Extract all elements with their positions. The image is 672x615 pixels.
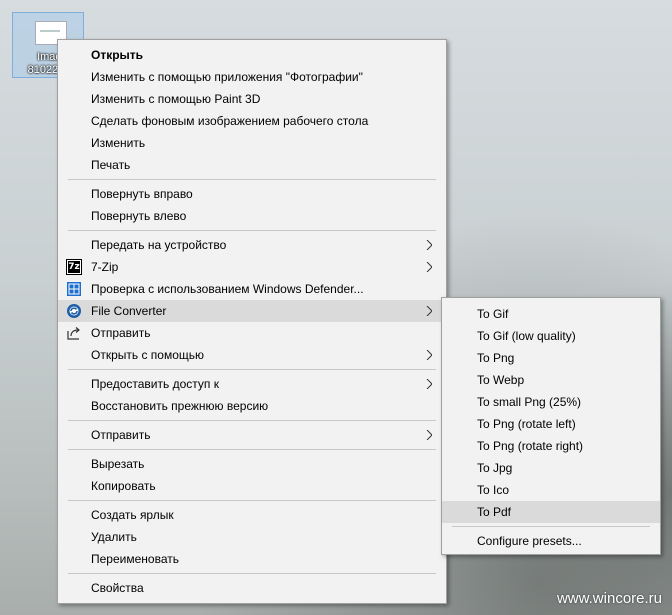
menu-item-edit-paint3d[interactable]: Изменить с помощью Paint 3D bbox=[58, 88, 446, 110]
chevron-right-icon bbox=[424, 344, 434, 366]
menu-item-share[interactable]: Отправить bbox=[58, 322, 446, 344]
menu-separator bbox=[452, 526, 650, 527]
menu-item-restore-version[interactable]: Восстановить прежнюю версию bbox=[58, 395, 446, 417]
file-converter-submenu: To Gif To Gif (low quality) To Png To We… bbox=[441, 297, 661, 555]
submenu-item-to-webp[interactable]: To Webp bbox=[442, 369, 660, 391]
menu-item-give-access[interactable]: Предоставить доступ к bbox=[58, 373, 446, 395]
submenu-item-to-pdf[interactable]: To Pdf bbox=[442, 501, 660, 523]
menu-item-open[interactable]: Открыть bbox=[58, 44, 446, 66]
menu-item-cut[interactable]: Вырезать bbox=[58, 453, 446, 475]
chevron-right-icon bbox=[424, 373, 434, 395]
menu-item-delete[interactable]: Удалить bbox=[58, 526, 446, 548]
menu-separator bbox=[68, 369, 436, 370]
menu-item-copy[interactable]: Копировать bbox=[58, 475, 446, 497]
chevron-right-icon bbox=[424, 424, 434, 446]
menu-item-open-with[interactable]: Открыть с помощью bbox=[58, 344, 446, 366]
menu-item-rotate-right[interactable]: Повернуть вправо bbox=[58, 183, 446, 205]
menu-item-set-wallpaper[interactable]: Сделать фоновым изображением рабочего ст… bbox=[58, 110, 446, 132]
chevron-right-icon bbox=[424, 256, 434, 278]
menu-separator bbox=[68, 179, 436, 180]
menu-item-edit[interactable]: Изменить bbox=[58, 132, 446, 154]
submenu-item-to-gif-low[interactable]: To Gif (low quality) bbox=[442, 325, 660, 347]
submenu-item-to-ico[interactable]: To Ico bbox=[442, 479, 660, 501]
menu-item-edit-photos[interactable]: Изменить с помощью приложения "Фотографи… bbox=[58, 66, 446, 88]
menu-item-rename[interactable]: Переименовать bbox=[58, 548, 446, 570]
menu-separator bbox=[68, 230, 436, 231]
menu-item-file-converter[interactable]: File Converter bbox=[58, 300, 446, 322]
file-converter-icon bbox=[66, 303, 82, 319]
submenu-item-configure-presets[interactable]: Configure presets... bbox=[442, 530, 660, 552]
windows-defender-icon bbox=[66, 281, 82, 297]
share-icon bbox=[66, 325, 82, 341]
menu-separator bbox=[68, 500, 436, 501]
7zip-icon: 7z bbox=[66, 259, 82, 275]
submenu-item-to-png[interactable]: To Png bbox=[442, 347, 660, 369]
submenu-item-to-gif[interactable]: To Gif bbox=[442, 303, 660, 325]
menu-item-properties[interactable]: Свойства bbox=[58, 577, 446, 599]
menu-item-7zip[interactable]: 7z 7-Zip bbox=[58, 256, 446, 278]
menu-item-create-shortcut[interactable]: Создать ярлык bbox=[58, 504, 446, 526]
submenu-item-to-jpg[interactable]: To Jpg bbox=[442, 457, 660, 479]
menu-item-print[interactable]: Печать bbox=[58, 154, 446, 176]
submenu-item-to-small-png[interactable]: To small Png (25%) bbox=[442, 391, 660, 413]
menu-separator bbox=[68, 573, 436, 574]
submenu-item-to-png-rotate-left[interactable]: To Png (rotate left) bbox=[442, 413, 660, 435]
submenu-item-to-png-rotate-right[interactable]: To Png (rotate right) bbox=[442, 435, 660, 457]
menu-item-cast-to-device[interactable]: Передать на устройство bbox=[58, 234, 446, 256]
watermark: www.wincore.ru bbox=[556, 590, 662, 607]
menu-separator bbox=[68, 420, 436, 421]
context-menu: Открыть Изменить с помощью приложения "Ф… bbox=[57, 39, 447, 604]
menu-item-windows-defender[interactable]: Проверка с использованием Windows Defend… bbox=[58, 278, 446, 300]
menu-separator bbox=[68, 449, 436, 450]
menu-item-rotate-left[interactable]: Повернуть влево bbox=[58, 205, 446, 227]
menu-item-send-to[interactable]: Отправить bbox=[58, 424, 446, 446]
chevron-right-icon bbox=[424, 234, 434, 256]
chevron-right-icon bbox=[424, 300, 434, 322]
